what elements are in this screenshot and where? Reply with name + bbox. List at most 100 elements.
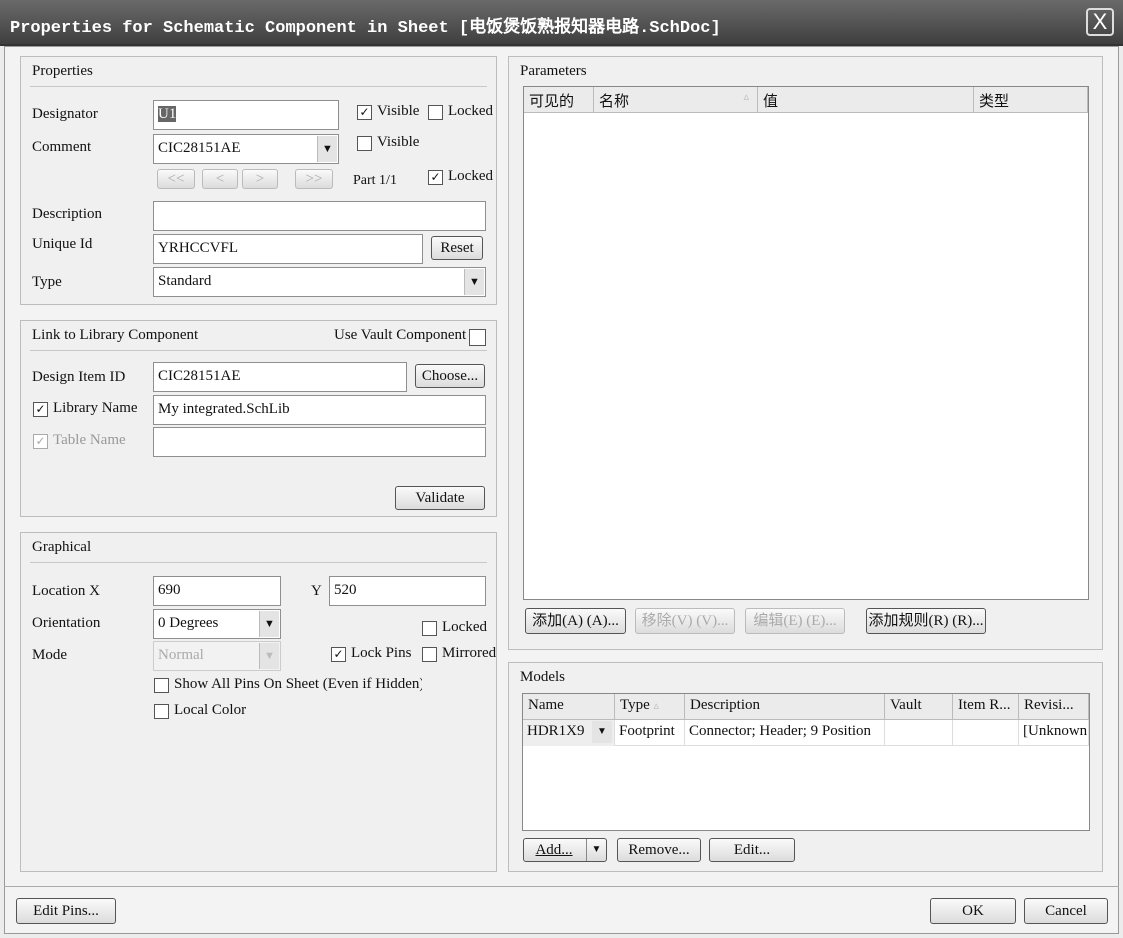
- footer-divider: [4, 886, 1119, 887]
- title-bar: Properties for Schematic Component in Sh…: [0, 0, 1123, 46]
- designator-locked-checkbox[interactable]: [428, 105, 443, 120]
- table-name-checkbox[interactable]: ✓: [33, 434, 48, 449]
- add-rule-button[interactable]: 添加规则(R) (R)...: [866, 608, 986, 634]
- parameters-table[interactable]: 可见的 名称 ▵ 值 类型: [523, 86, 1089, 600]
- chevron-down-icon: ▼: [464, 269, 484, 295]
- design-item-label: Design Item ID: [32, 369, 126, 385]
- comment-select[interactable]: CIC28151AE ▼: [153, 134, 339, 164]
- visible-label: Visible: [377, 134, 420, 150]
- column-header-description[interactable]: Description: [685, 694, 885, 720]
- chevron-down-icon: ▼: [592, 721, 612, 743]
- location-y-label: Y: [311, 583, 322, 599]
- comment-value: CIC28151AE: [158, 140, 241, 156]
- show-all-pins-label: Show All Pins On Sheet (Even if Hidden): [174, 676, 422, 692]
- link-library-panel: Link to Library Component Use Vault Comp…: [20, 320, 497, 517]
- location-y-input[interactable]: 520: [329, 576, 486, 606]
- model-name-select[interactable]: HDR1X9 ▼: [523, 720, 615, 746]
- close-button[interactable]: X: [1086, 8, 1114, 36]
- designator-value: U1: [158, 106, 177, 122]
- panel-title: Models: [520, 669, 565, 685]
- cell-name: HDR1X9: [527, 723, 585, 739]
- choose-button[interactable]: Choose...: [415, 364, 485, 388]
- edit-parameter-button[interactable]: 编辑(E) (E)...: [745, 608, 845, 634]
- panel-title: Parameters: [520, 63, 587, 79]
- lock-pins-checkbox[interactable]: ✓: [331, 647, 346, 662]
- type-label: Type: [32, 274, 62, 290]
- column-header-visible[interactable]: 可见的: [524, 87, 594, 113]
- orientation-label: Orientation: [32, 615, 101, 631]
- show-all-pins-checkbox[interactable]: [154, 678, 169, 693]
- comment-visible-checkbox[interactable]: [357, 136, 372, 151]
- part-locked-checkbox[interactable]: ✓: [428, 170, 443, 185]
- unique-id-label: Unique Id: [32, 236, 93, 252]
- add-parameter-button[interactable]: 添加(A) (A)...: [525, 608, 626, 634]
- sort-icon: ▵: [653, 700, 660, 712]
- description-input[interactable]: [153, 201, 486, 231]
- local-colors-checkbox[interactable]: [154, 704, 169, 719]
- table-row[interactable]: HDR1X9 ▼ Footprint Connector; Header; 9 P…: [523, 720, 1089, 746]
- mirrored-label: Mirrored: [442, 645, 497, 661]
- part-label: Part 1/1: [353, 173, 397, 188]
- location-x-input[interactable]: 690: [153, 576, 281, 606]
- chevron-down-icon[interactable]: ▼: [586, 839, 606, 861]
- graphical-panel: Graphical Location X 690 Y 520 Orientati…: [20, 532, 497, 872]
- column-header-type[interactable]: Type ▵: [615, 694, 685, 720]
- properties-panel: Properties Designator U1 ✓ Visible Locke…: [20, 56, 497, 305]
- library-name-checkbox[interactable]: ✓: [33, 402, 48, 417]
- chevron-down-icon: ▼: [317, 136, 337, 162]
- column-header-name[interactable]: 名称 ▵: [594, 87, 758, 113]
- table-name-label: Table Name: [53, 432, 126, 448]
- use-vault-label: Use Vault Component: [334, 327, 467, 343]
- validate-button[interactable]: Validate: [395, 486, 485, 510]
- reset-button[interactable]: Reset: [431, 236, 483, 260]
- visible-label: Visible: [377, 103, 420, 119]
- cancel-button[interactable]: Cancel: [1024, 898, 1108, 924]
- remove-parameter-button[interactable]: 移除(V) (V)...: [635, 608, 735, 634]
- add-model-button[interactable]: Add... ▼: [523, 838, 607, 862]
- ok-button[interactable]: OK: [930, 898, 1016, 924]
- mode-value: Normal: [158, 647, 204, 663]
- divider: [30, 350, 487, 351]
- edit-model-button[interactable]: Edit...: [709, 838, 795, 862]
- graphical-locked-checkbox[interactable]: [422, 621, 437, 636]
- next-part-button[interactable]: >: [242, 169, 278, 189]
- unique-id-input[interactable]: YRHCCVFL: [153, 234, 423, 264]
- prev-part-button[interactable]: <: [202, 169, 238, 189]
- divider: [30, 562, 487, 563]
- column-header-vault[interactable]: Vault: [885, 694, 953, 720]
- remove-model-button[interactable]: Remove...: [617, 838, 701, 862]
- designator-input[interactable]: U1: [153, 100, 339, 130]
- panel-title: Link to Library Component: [32, 327, 199, 343]
- column-header-item-revision[interactable]: Item R...: [953, 694, 1019, 720]
- local-colors-label: Local Colors: [174, 702, 246, 718]
- comment-label: Comment: [32, 139, 92, 155]
- location-x-label: Location X: [32, 583, 100, 599]
- orientation-value: 0 Degrees: [158, 615, 219, 631]
- designator-visible-checkbox[interactable]: ✓: [357, 105, 372, 120]
- chevron-down-icon: ▼: [259, 611, 279, 637]
- column-header-type[interactable]: 类型: [974, 87, 1088, 113]
- table-name-input[interactable]: [153, 427, 486, 457]
- description-label: Description: [32, 206, 102, 222]
- first-part-button[interactable]: <<: [157, 169, 195, 189]
- designator-label: Designator: [32, 106, 98, 122]
- last-part-button[interactable]: >>: [295, 169, 333, 189]
- cell-item-revision: [953, 720, 1019, 746]
- library-name-input[interactable]: My integrated.SchLib: [153, 395, 486, 425]
- column-header-value[interactable]: 值: [758, 87, 974, 113]
- column-header-revision[interactable]: Revisi...: [1019, 694, 1089, 720]
- column-header-name[interactable]: Name: [523, 694, 615, 720]
- lock-pins-label: Lock Pins: [351, 645, 412, 661]
- panel-title: Properties: [32, 63, 93, 79]
- design-item-input[interactable]: CIC28151AE: [153, 362, 407, 392]
- add-label: Add...: [535, 842, 573, 858]
- cell-revision: [Unknown: [1019, 720, 1089, 746]
- mirrored-checkbox[interactable]: [422, 647, 437, 662]
- type-select[interactable]: Standard ▼: [153, 267, 486, 297]
- orientation-select[interactable]: 0 Degrees ▼: [153, 609, 281, 639]
- models-table[interactable]: Name Type ▵ Description Vault Item R... …: [522, 693, 1090, 831]
- column-header-label: 名称: [599, 94, 630, 110]
- mode-select[interactable]: Normal ▼: [153, 641, 281, 671]
- edit-pins-button[interactable]: Edit Pins...: [16, 898, 116, 924]
- use-vault-checkbox[interactable]: [469, 329, 486, 346]
